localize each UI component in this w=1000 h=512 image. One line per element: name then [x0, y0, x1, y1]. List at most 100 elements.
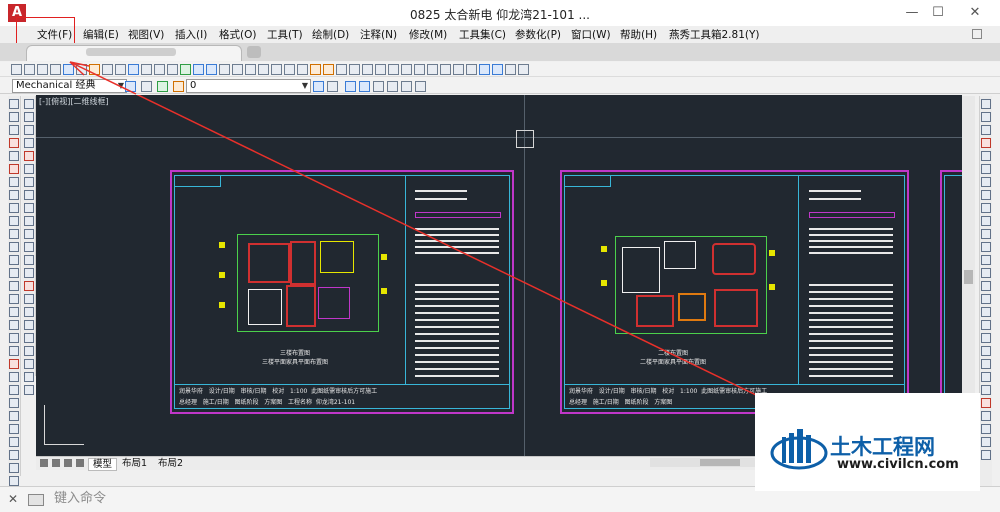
ucs-manager-icon[interactable]	[981, 424, 991, 434]
group-icon[interactable]	[23, 294, 34, 304]
vertical-scroll-thumb[interactable]	[964, 270, 973, 284]
spline-icon[interactable]	[9, 203, 19, 213]
visual-style-icon[interactable]	[981, 229, 991, 239]
rectangle-icon[interactable]	[9, 151, 19, 161]
publish-icon[interactable]	[76, 64, 87, 75]
move-icon[interactable]	[9, 424, 19, 434]
ortho-icon[interactable]	[373, 81, 384, 92]
matchprop-icon[interactable]	[23, 320, 34, 330]
copy-icon[interactable]	[102, 64, 113, 75]
layer-previous-icon[interactable]	[327, 81, 338, 92]
construction-line-icon[interactable]	[9, 112, 19, 122]
polygon-icon[interactable]	[9, 138, 19, 148]
text-edit-icon[interactable]	[23, 268, 34, 278]
quickcalc-icon[interactable]	[297, 64, 308, 75]
last-layout-icon[interactable]	[76, 459, 84, 467]
close-button[interactable]: ✕	[961, 3, 989, 23]
tab-layout2[interactable]: 布局2	[154, 458, 187, 469]
next-layout-icon[interactable]	[64, 459, 72, 467]
design-center-icon[interactable]	[245, 64, 256, 75]
command-input[interactable]: 键入命令	[26, 490, 694, 507]
fillet-icon[interactable]	[23, 125, 34, 135]
sheet-set-icon[interactable]	[271, 64, 282, 75]
zoom-center-icon[interactable]	[981, 177, 991, 187]
zoom-scale-icon[interactable]	[981, 190, 991, 200]
laylck-icon[interactable]	[23, 385, 34, 395]
menu-draw[interactable]: 绘制(D)	[312, 27, 349, 42]
lengthen-icon[interactable]	[23, 177, 34, 187]
menu-parametric[interactable]: 参数化(P)	[515, 27, 561, 42]
layfrz-icon[interactable]	[23, 372, 34, 382]
ucs-y-icon[interactable]	[981, 359, 991, 369]
region-icon[interactable]	[9, 307, 19, 317]
revision-cloud-icon[interactable]	[9, 190, 19, 200]
named-views-icon[interactable]	[981, 216, 991, 226]
ucs-previous-icon[interactable]	[981, 398, 991, 408]
line-icon[interactable]	[9, 99, 19, 109]
workspace-settings-icon[interactable]	[125, 81, 136, 92]
zoom-all-icon[interactable]	[981, 125, 991, 135]
paste-icon[interactable]	[115, 64, 126, 75]
ucs-face-icon[interactable]	[981, 281, 991, 291]
lights-icon[interactable]	[981, 450, 991, 460]
blend-icon[interactable]	[23, 151, 34, 161]
dim-baseline-icon[interactable]	[427, 64, 438, 75]
match-properties-icon[interactable]	[128, 64, 139, 75]
arc-icon[interactable]	[9, 164, 19, 174]
ucs-x-icon[interactable]	[981, 346, 991, 356]
layiso-icon[interactable]	[23, 333, 34, 343]
stretch-icon[interactable]	[9, 463, 19, 473]
dim-jogged-icon[interactable]	[375, 64, 386, 75]
offset-icon[interactable]	[9, 398, 19, 408]
hatchedit-icon[interactable]	[23, 242, 34, 252]
measure-icon[interactable]	[23, 203, 34, 213]
layuniso-icon[interactable]	[23, 346, 34, 356]
dim-arc-icon[interactable]	[336, 64, 347, 75]
circle-icon[interactable]	[9, 177, 19, 187]
tab-model[interactable]: 模型	[88, 458, 118, 471]
dim-linear-icon[interactable]	[310, 64, 321, 75]
align-icon[interactable]	[23, 164, 34, 174]
otrack-icon[interactable]	[415, 81, 426, 92]
hatch-icon[interactable]	[9, 281, 19, 291]
polar-icon[interactable]	[387, 81, 398, 92]
undo-icon[interactable]	[154, 64, 165, 75]
pan-icon[interactable]	[180, 64, 191, 75]
join-icon[interactable]	[23, 99, 34, 109]
properties-icon[interactable]	[232, 64, 243, 75]
block-editor-icon[interactable]	[141, 64, 152, 75]
dim-continue-icon[interactable]	[440, 64, 451, 75]
copy-object-icon[interactable]	[9, 372, 19, 382]
ucs-named-icon[interactable]	[981, 411, 991, 421]
zoom-dynamic-icon[interactable]	[981, 203, 991, 213]
open-icon[interactable]	[24, 64, 35, 75]
menu-tools[interactable]: 工具(T)	[267, 27, 303, 42]
menu-help[interactable]: 帮助(H)	[620, 27, 657, 42]
zoom-object-icon[interactable]	[981, 138, 991, 148]
menu-format[interactable]: 格式(O)	[219, 27, 256, 42]
grid-icon[interactable]	[359, 81, 370, 92]
insert-block-icon[interactable]	[9, 242, 19, 252]
ellipse-icon[interactable]	[9, 216, 19, 226]
ucs-3point-icon[interactable]	[981, 333, 991, 343]
overkill-icon[interactable]	[23, 281, 34, 291]
maximize-button[interactable]: ☐	[924, 3, 952, 23]
gradient-icon[interactable]	[9, 294, 19, 304]
quick-dim-icon[interactable]	[414, 64, 425, 75]
add-selected-icon[interactable]	[9, 346, 19, 356]
dim-update-icon[interactable]	[505, 64, 516, 75]
print-icon[interactable]	[50, 64, 61, 75]
rotate-icon[interactable]	[9, 437, 19, 447]
dim-ordinate-icon[interactable]	[349, 64, 360, 75]
previous-layout-icon[interactable]	[52, 459, 60, 467]
ungroup-icon[interactable]	[23, 307, 34, 317]
ucs-zaxis-icon[interactable]	[981, 320, 991, 330]
ucs-icon[interactable]	[981, 242, 991, 252]
tolerance-icon[interactable]	[453, 64, 464, 75]
ucs-view-icon[interactable]	[981, 294, 991, 304]
save-icon[interactable]	[37, 64, 48, 75]
dim-radius-icon[interactable]	[362, 64, 373, 75]
ucs-object-icon[interactable]	[981, 268, 991, 278]
new-tab-button[interactable]	[247, 46, 261, 58]
ucs-apply-icon[interactable]	[981, 385, 991, 395]
